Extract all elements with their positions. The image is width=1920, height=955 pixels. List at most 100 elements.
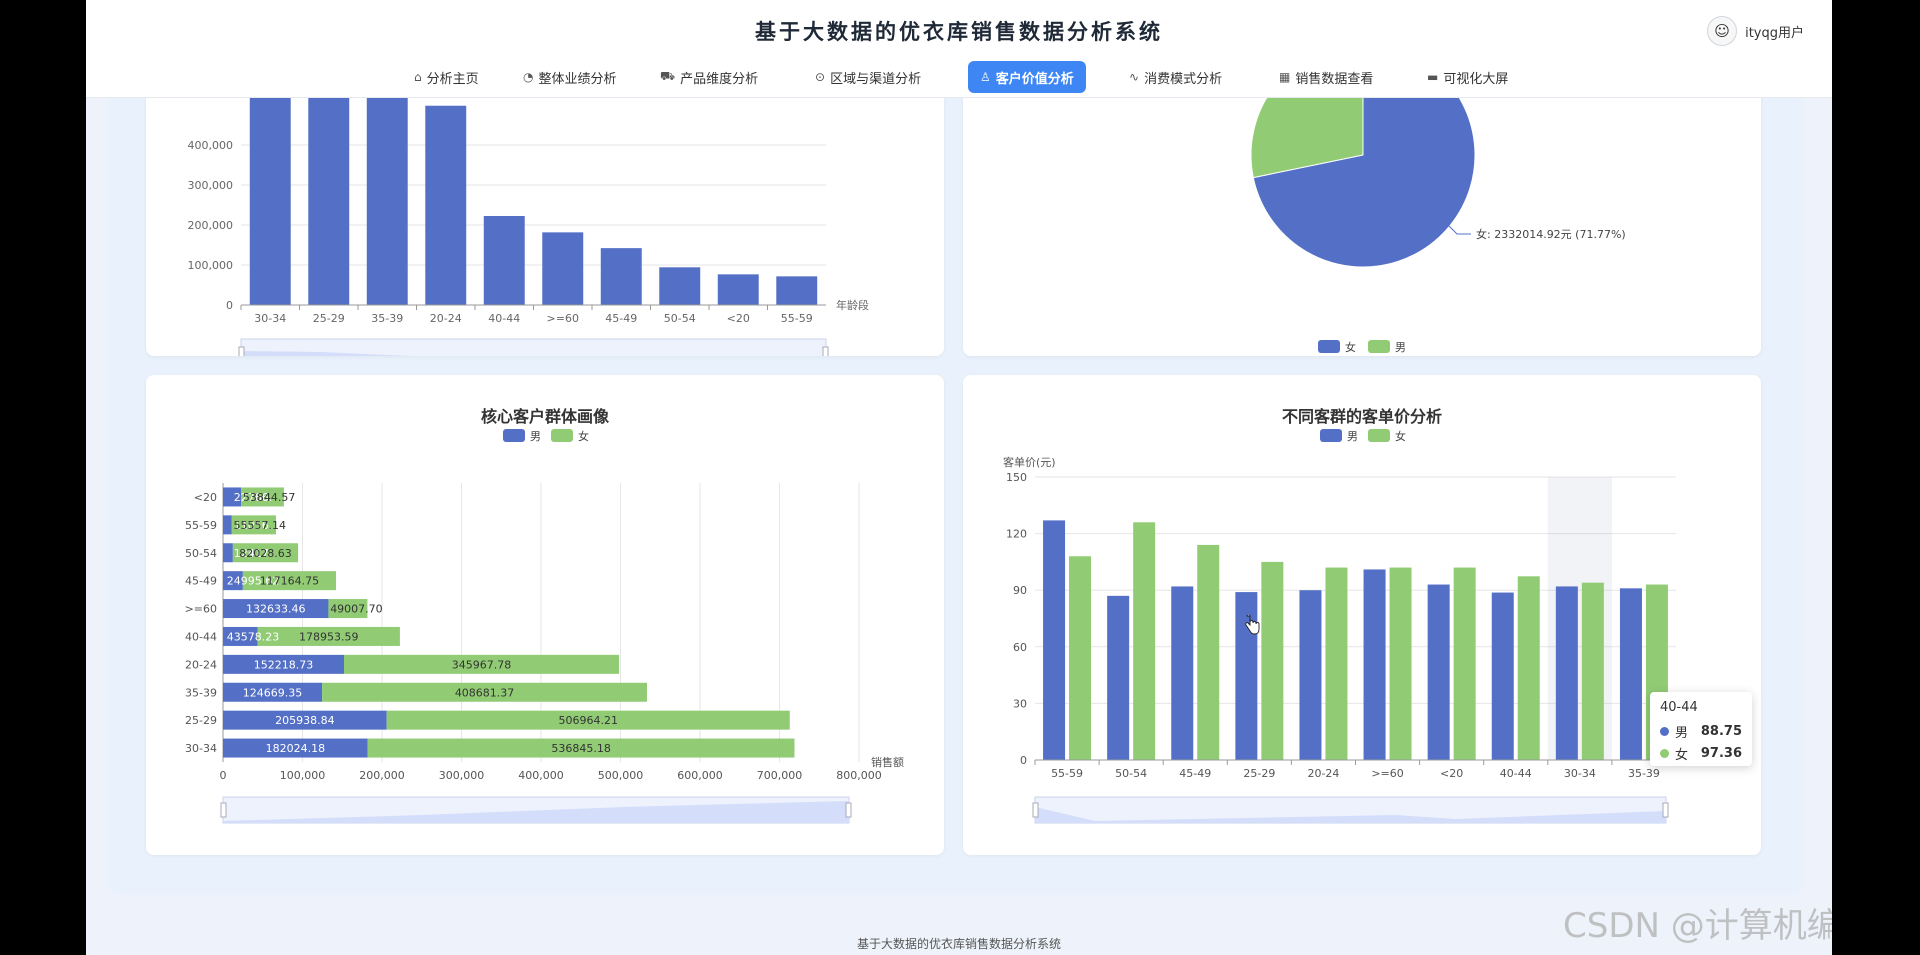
legend-label[interactable]: 女 <box>1395 429 1406 443</box>
pulse-icon: ∿ <box>1129 70 1140 84</box>
x-tick-label: 100,000 <box>280 769 326 782</box>
x-tick-label: 45-49 <box>605 312 637 325</box>
bar-female[interactable] <box>1261 561 1284 760</box>
legend-label[interactable]: 男 <box>530 430 541 443</box>
slider-handle-right[interactable] <box>822 346 829 356</box>
nav-label: 产品维度分析 <box>680 71 759 87</box>
nav-item-3[interactable]: ⊙ 区域与渠道分析 <box>803 61 933 93</box>
y-tick-label: 60 <box>1013 641 1027 654</box>
tooltip-name: 女 <box>1675 747 1689 763</box>
bar-female[interactable] <box>1325 567 1348 760</box>
bar-male[interactable] <box>1171 586 1194 760</box>
legend-swatch[interactable] <box>1320 429 1342 442</box>
y-tick-label: 40-44 <box>185 630 217 643</box>
bar-male[interactable] <box>1619 588 1642 760</box>
y-tick-label: 300,000 <box>188 179 234 192</box>
csdn-watermark: CSDN @计算机编程果茶熊 <box>1563 906 1832 946</box>
slider-handle-left[interactable] <box>1032 802 1039 818</box>
bar[interactable] <box>776 276 818 305</box>
hand-cursor-icon <box>1245 615 1260 635</box>
y-tick-label: >=60 <box>185 603 217 616</box>
nav-item-7[interactable]: ▬ 可视化大屏 <box>1415 61 1520 93</box>
bar-female[interactable] <box>1197 544 1220 760</box>
main-nav: ⌂ 分析主页 ◔ 整体业绩分析 ⛟ 产品维度分析 ⊙ 区域与渠道分析 ♙ 客户价值分析 ∿ 消费模式分… <box>86 61 1832 93</box>
male-value-label: 124669.35 <box>243 686 303 699</box>
bar-male[interactable] <box>223 515 232 535</box>
tooltip-value: 97.36 <box>1700 745 1742 761</box>
legend-label[interactable]: 男 <box>1347 430 1358 443</box>
tooltip-title: 40-44 <box>1660 700 1698 715</box>
bar-male[interactable] <box>1555 586 1578 760</box>
nav-item-4[interactable]: ♙ 客户价值分析 <box>968 61 1086 93</box>
male-dot-icon <box>1660 726 1669 736</box>
y-tick-label: 50-54 <box>185 547 217 560</box>
x-tick-label: 50-54 <box>1115 767 1147 780</box>
nav-item-0[interactable]: ⌂ 分析主页 <box>402 61 491 93</box>
legend-swatch[interactable] <box>551 429 573 442</box>
y-tick-label: 100,000 <box>188 259 234 272</box>
bar-male[interactable] <box>223 543 233 563</box>
bar[interactable] <box>717 274 759 305</box>
legend-swatch[interactable] <box>1368 429 1390 442</box>
legend-label[interactable]: 女 <box>1345 340 1356 354</box>
slider-handle-right[interactable] <box>1662 802 1669 818</box>
x-tick-label: 200,000 <box>359 769 405 782</box>
nav-item-1[interactable]: ◔ 整体业绩分析 <box>511 61 629 93</box>
nav-label: 消费模式分析 <box>1144 71 1223 87</box>
bar-female[interactable] <box>1069 556 1092 760</box>
y-tick-label: 120 <box>1006 528 1027 541</box>
user-icon: ♙ <box>980 70 991 84</box>
location-pin-icon: ⊙ <box>815 70 826 84</box>
nav-item-6[interactable]: ▦ 销售数据查看 <box>1267 61 1385 93</box>
female-value-label: 117164.75 <box>260 575 320 588</box>
legend-swatch[interactable] <box>1368 340 1390 353</box>
x-tick-label: 500,000 <box>598 769 644 782</box>
x-tick-label: 45-49 <box>1179 767 1211 780</box>
bar[interactable] <box>366 91 408 305</box>
x-tick-label: 20-24 <box>430 312 462 325</box>
avatar-icon[interactable]: ☺ <box>1707 16 1738 46</box>
bar-female[interactable] <box>1133 522 1156 760</box>
tooltip-value: 88.75 <box>1700 723 1742 739</box>
nav-item-2[interactable]: ⛟ 产品维度分析 <box>648 61 770 93</box>
x-tick-label: >=60 <box>547 312 579 325</box>
slider-handle-left[interactable] <box>220 802 227 818</box>
legend-swatch[interactable] <box>503 429 525 442</box>
bar-female[interactable] <box>1389 567 1412 760</box>
bar-male[interactable] <box>1299 590 1322 760</box>
slider-handle-right[interactable] <box>845 802 852 818</box>
y-tick-label: 55-59 <box>185 519 217 532</box>
legend-swatch[interactable] <box>1318 340 1340 353</box>
legend-label[interactable]: 女 <box>578 429 589 443</box>
bar-male[interactable] <box>1107 595 1130 760</box>
core-profile-card: 核心客户群体画像 男女 0 100,000 200,000 300,000 400,000… <box>146 375 944 855</box>
bar[interactable] <box>600 248 642 305</box>
y-tick-label: 400,000 <box>188 139 234 152</box>
nav-item-5[interactable]: ∿ 消费模式分析 <box>1117 61 1234 93</box>
x-tick-label: 700,000 <box>757 769 803 782</box>
bar-female[interactable] <box>1453 567 1476 760</box>
x-tick-label: 40-44 <box>1500 767 1532 780</box>
bar[interactable] <box>659 267 701 305</box>
y-axis-label: 客单价(元) <box>1003 455 1056 469</box>
bar[interactable] <box>542 232 584 305</box>
x-tick-label: 55-59 <box>781 312 813 325</box>
slider-handle-left[interactable] <box>238 346 245 356</box>
bar-male[interactable] <box>1043 520 1066 760</box>
bar-male[interactable] <box>1363 569 1386 760</box>
nav-label: 区域与渠道分析 <box>830 71 922 87</box>
bar-female[interactable] <box>1517 576 1540 760</box>
nav-label: 分析主页 <box>426 71 479 87</box>
x-tick-label: 40-44 <box>488 312 520 325</box>
bar[interactable] <box>425 105 467 305</box>
male-value-label: 182024.18 <box>266 742 326 755</box>
legend-label[interactable]: 男 <box>1395 341 1406 354</box>
user-menu[interactable]: ☺ ityqg用户 <box>1707 16 1804 46</box>
bar-male[interactable] <box>1427 584 1450 760</box>
bar-male[interactable] <box>1491 592 1514 760</box>
y-tick-label: 200,000 <box>188 219 234 232</box>
y-tick-label: <20 <box>194 491 217 504</box>
bar-female[interactable] <box>1581 582 1604 760</box>
bar[interactable] <box>483 215 525 305</box>
nav-label: 整体业绩分析 <box>538 71 617 87</box>
